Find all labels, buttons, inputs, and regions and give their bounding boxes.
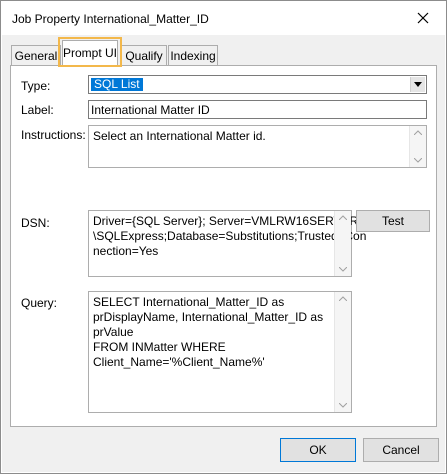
tab-general[interactable]: General (11, 45, 61, 65)
dsn-label: DSN: (21, 216, 50, 230)
label-label: Label: (21, 103, 54, 117)
tab-indexing[interactable]: Indexing (168, 45, 218, 65)
cancel-button[interactable]: Cancel (363, 438, 439, 462)
scroll-down-icon[interactable] (414, 158, 422, 163)
scroll-up-icon[interactable] (339, 296, 347, 301)
instructions-field[interactable]: Select an International Matter id. (88, 125, 427, 168)
scroll-up-icon[interactable] (414, 130, 422, 135)
dsn-scrollbar[interactable] (334, 211, 351, 276)
type-label: Type: (21, 79, 51, 93)
prompt-ui-panel: Type: SQL List Label: International Matt… (10, 65, 437, 427)
query-field[interactable]: SELECT International_Matter_ID as prDisp… (88, 291, 352, 413)
chevron-down-icon (414, 82, 422, 87)
dropdown-arrow-button[interactable] (410, 77, 425, 92)
type-select-value: SQL List (91, 78, 143, 91)
tab-highlight-box (58, 37, 122, 67)
scroll-down-icon[interactable] (339, 267, 347, 272)
instructions-text: Select an International Matter id. (93, 129, 266, 143)
title-bar: Job Property International_Matter_ID (2, 2, 445, 35)
type-select[interactable]: SQL List (88, 75, 427, 94)
dsn-field[interactable]: Driver={SQL Server}; Server=VMLRW16SERVE… (88, 210, 366, 277)
instructions-scrollbar[interactable] (409, 126, 426, 167)
dialog-window: Job Property International_Matter_ID Gen… (0, 0, 447, 474)
dsn-text: Driver={SQL Server}; Server=VMLRW16SERVE… (93, 214, 367, 258)
test-button[interactable]: Test (356, 210, 430, 232)
close-icon (417, 12, 429, 24)
query-label: Query: (21, 296, 58, 310)
query-text: SELECT International_Matter_ID as prDisp… (93, 295, 324, 369)
tab-qualify[interactable]: Qualify (121, 45, 167, 65)
label-field[interactable]: International Matter ID (88, 100, 427, 119)
instructions-label: Instructions: (21, 128, 86, 142)
dialog-title: Job Property International_Matter_ID (12, 12, 209, 26)
close-button[interactable] (411, 6, 435, 30)
scroll-up-icon[interactable] (339, 215, 347, 220)
dialog-client-area: General Prompt UI Qualify Indexing Type:… (2, 35, 445, 472)
scroll-down-icon[interactable] (339, 403, 347, 408)
query-scrollbar[interactable] (334, 292, 351, 412)
ok-button[interactable]: OK (280, 438, 356, 462)
